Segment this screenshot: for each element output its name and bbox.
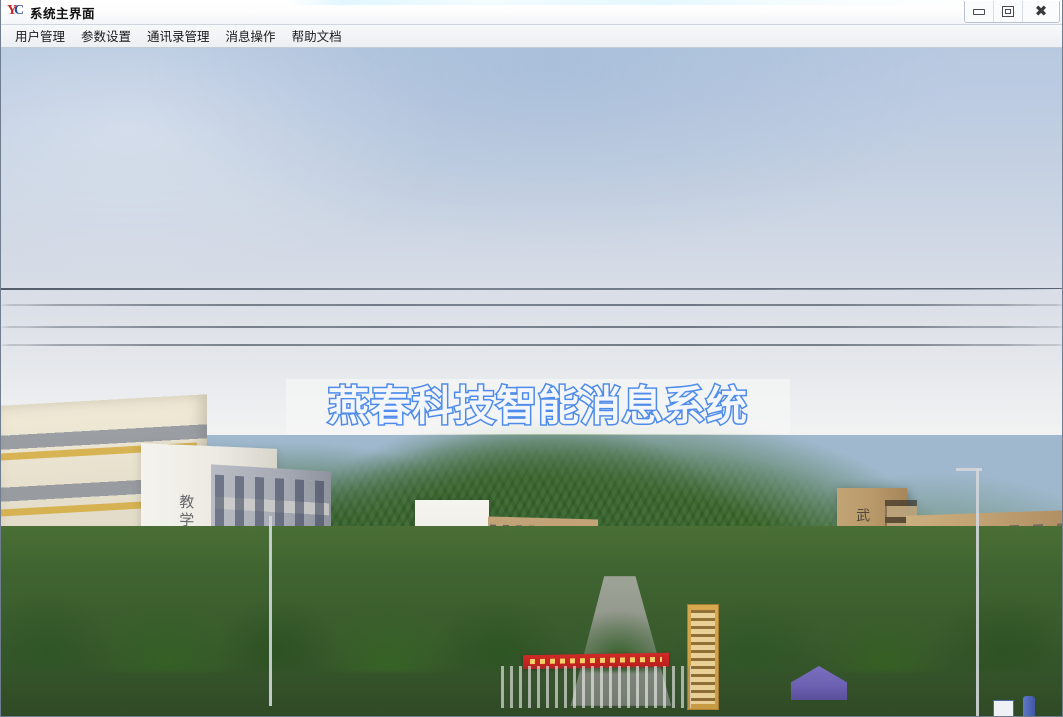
power-line-2 — [1, 304, 1062, 306]
hero-title-text: 燕春科技智能消息系统 — [327, 382, 749, 430]
main-window: YC 系统主界面 ✖ 用户管理 参数设置 通讯录管理 消息操作 帮助文档 燕春科… — [0, 0, 1063, 717]
maximize-icon — [1002, 6, 1014, 17]
campus-signboard — [687, 604, 719, 710]
menu-message-operations[interactable]: 消息操作 — [218, 24, 284, 48]
street-lamp-left — [269, 516, 272, 706]
blue-roadside-pole — [1023, 696, 1035, 716]
minimize-icon — [973, 8, 985, 15]
campus-gate — [501, 666, 691, 708]
roadside-sign — [993, 700, 1014, 716]
power-line-4 — [1, 344, 1062, 346]
street-lamp-arm — [956, 468, 982, 471]
menu-parameter-settings[interactable]: 参数设置 — [73, 24, 139, 48]
maximize-button[interactable] — [994, 1, 1023, 22]
window-title: 系统主界面 — [30, 6, 96, 21]
minimize-button[interactable] — [965, 1, 994, 22]
window-controls: ✖ — [964, 1, 1060, 23]
title-bar: YC 系统主界面 ✖ — [1, 0, 1062, 25]
close-icon: ✖ — [1034, 2, 1048, 20]
menu-bar: 用户管理 参数设置 通讯录管理 消息操作 帮助文档 — [1, 25, 1062, 48]
street-lamp-right — [976, 468, 979, 716]
close-button[interactable]: ✖ — [1023, 1, 1059, 22]
menu-contacts-management[interactable]: 通讯录管理 — [139, 24, 218, 48]
yc-logo-icon: YC — [7, 2, 25, 18]
menu-user-management[interactable]: 用户管理 — [7, 24, 73, 48]
background-photo: 教学楼① 武宁县第一中学 燕春科技智能 — [1, 48, 1062, 716]
treeline-layer — [1, 532, 1062, 672]
hero-title-banner: 燕春科技智能消息系统 — [286, 379, 790, 434]
power-line-3 — [1, 326, 1062, 328]
menu-help-docs[interactable]: 帮助文档 — [284, 24, 350, 48]
